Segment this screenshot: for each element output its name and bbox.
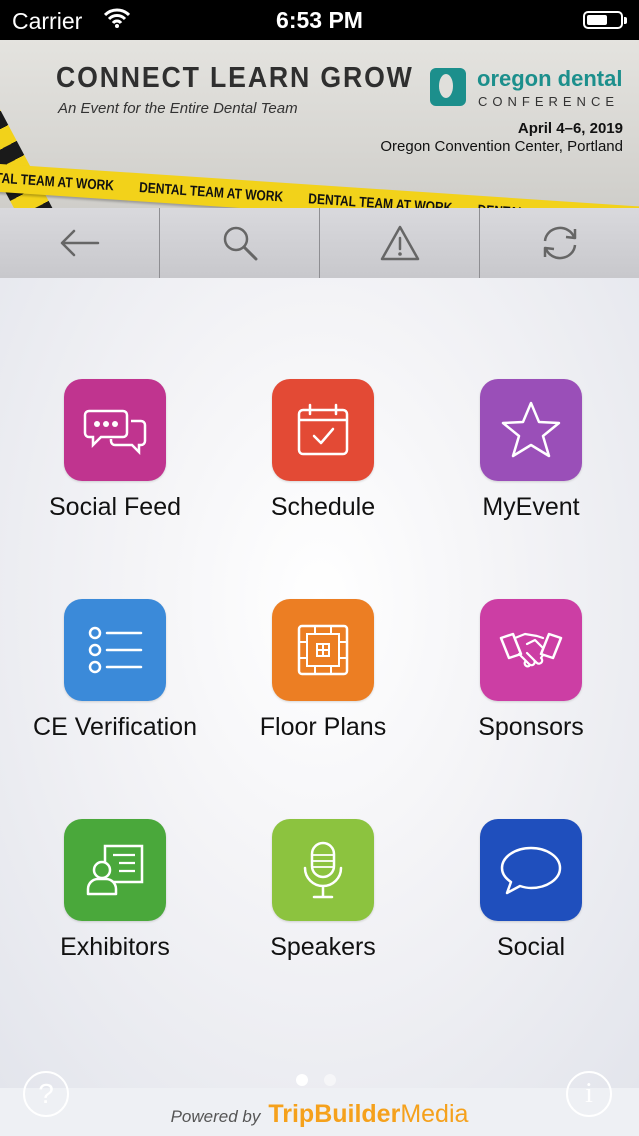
- banner-subtagline: An Event for the Entire Dental Team: [58, 100, 298, 117]
- page-dot[interactable]: [324, 1074, 336, 1086]
- status-bar: Carrier 6:53 PM: [0, 0, 639, 40]
- event-venue: Oregon Convention Center, Portland: [380, 138, 623, 155]
- toolbar: [0, 208, 639, 279]
- alert-button[interactable]: [320, 208, 480, 278]
- floor-plan-icon: [272, 599, 374, 701]
- tile-label: MyEvent: [482, 493, 580, 521]
- brand-bold: TripBuilder: [268, 1100, 401, 1128]
- banner-tagline: CONNECT LEARN GROW: [56, 62, 414, 94]
- event-banner: CONNECT LEARN GROW An Event for the Enti…: [0, 40, 639, 208]
- tile-label: Speakers: [270, 933, 376, 961]
- refresh-button[interactable]: [480, 208, 639, 278]
- tile-social[interactable]: Social: [431, 819, 631, 962]
- tile-label: Social: [496, 933, 566, 961]
- tile-social-feed[interactable]: Social Feed: [15, 379, 215, 522]
- tile-speakers[interactable]: Speakers: [223, 819, 423, 962]
- warning-icon: [380, 225, 419, 261]
- search-icon: [223, 226, 257, 261]
- tape-text: DENTAL TEAM AT WORK: [0, 167, 115, 194]
- tile-schedule[interactable]: Schedule: [223, 379, 423, 522]
- calendar-check-icon: [272, 379, 374, 481]
- chat-bubbles-icon: [64, 379, 166, 481]
- brand-light: Media: [400, 1100, 469, 1128]
- tile-label: Schedule: [270, 493, 376, 521]
- tile-exhibitors[interactable]: Exhibitors: [15, 819, 215, 962]
- star-icon: [480, 379, 582, 481]
- app-grid: Social Feed Schedule MyEvent CE Verifica…: [0, 278, 639, 1088]
- back-button[interactable]: [0, 208, 160, 278]
- tape-text: DENTAL TEAM AT WORK: [138, 178, 284, 206]
- refresh-icon: [543, 226, 576, 260]
- clock: 6:53 PM: [276, 7, 363, 33]
- search-button[interactable]: [160, 208, 320, 278]
- org-name: oregon dental: [477, 66, 623, 91]
- tile-myevent[interactable]: MyEvent: [431, 379, 631, 522]
- tile-floor-plans[interactable]: Floor Plans: [223, 599, 423, 742]
- powered-by-label: Powered by: [170, 1107, 261, 1126]
- exhibitor-icon: [64, 819, 166, 921]
- speech-bubble-icon: [480, 819, 582, 921]
- caution-tape: DENTAL TEAM AT WORK DENTAL TEAM AT WORK …: [0, 162, 639, 208]
- back-arrow-icon: [60, 229, 99, 257]
- battery-icon: [583, 11, 627, 29]
- microphone-icon: [272, 819, 374, 921]
- event-dates: April 4–6, 2019: [517, 120, 623, 137]
- powered-by[interactable]: Powered by TripBuilderMedia: [0, 1100, 639, 1129]
- tape-text: DENTAL TEAM AT WORK: [307, 190, 453, 208]
- org-subtitle: CONFERENCE: [478, 94, 620, 109]
- page-dot-active[interactable]: [296, 1074, 308, 1086]
- tape-text: DENTAL TEAM AT WORK: [476, 193, 622, 208]
- list-icon: [64, 599, 166, 701]
- tile-ce-verification[interactable]: CE Verification: [15, 599, 215, 742]
- tile-label: Social Feed: [48, 493, 182, 521]
- tile-label: Sponsors: [478, 713, 584, 741]
- tile-label: Exhibitors: [60, 933, 170, 961]
- handshake-icon: [480, 599, 582, 701]
- oregon-dental-logo-icon: [430, 68, 466, 106]
- tile-label: CE Verification: [33, 713, 197, 741]
- page-indicator[interactable]: [296, 1074, 336, 1086]
- tile-label: Floor Plans: [259, 713, 387, 741]
- tile-sponsors[interactable]: Sponsors: [431, 599, 631, 742]
